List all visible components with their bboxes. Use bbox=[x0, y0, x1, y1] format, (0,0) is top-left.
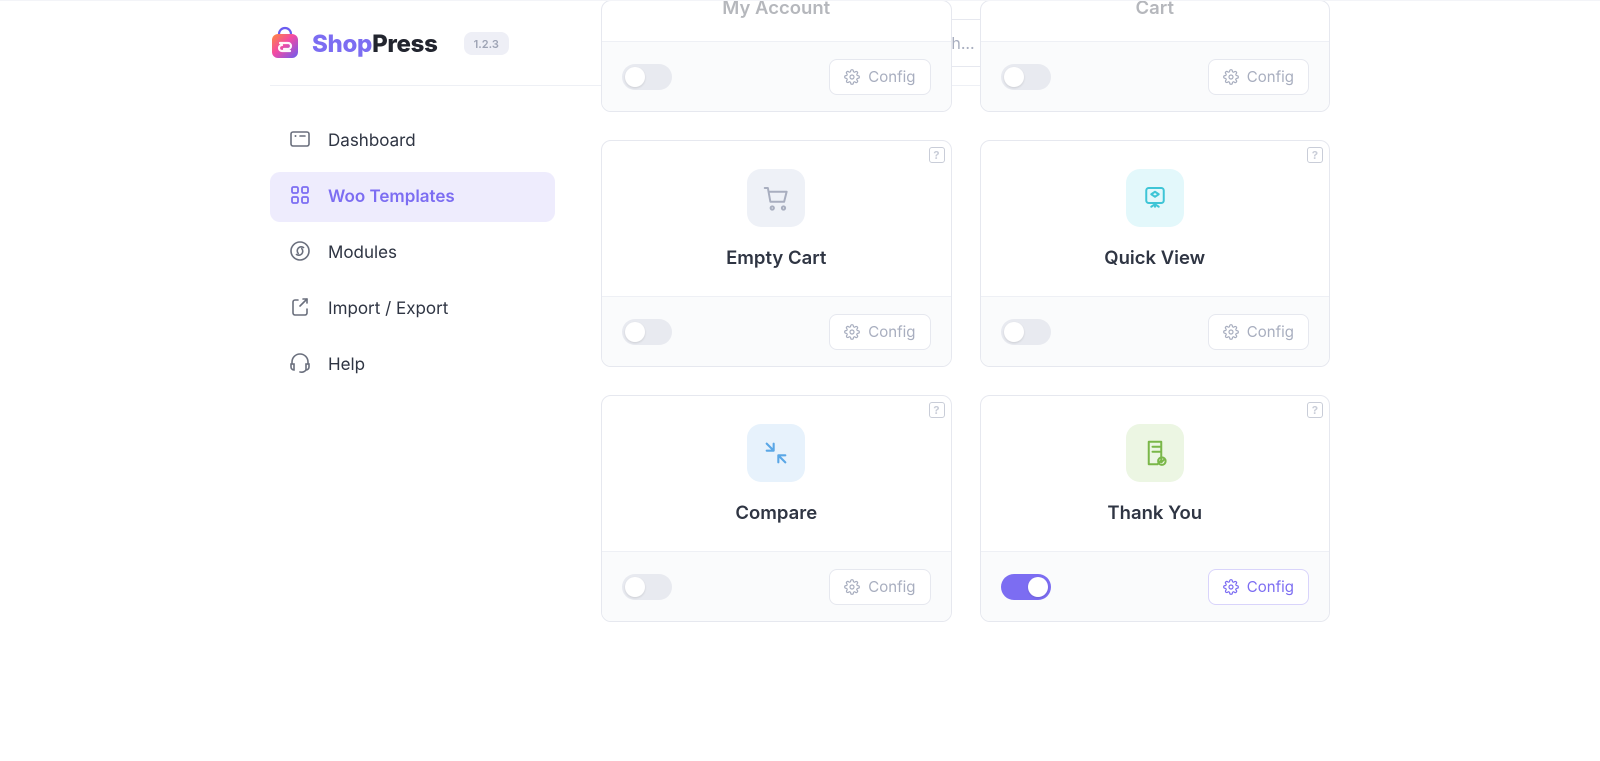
sidebar-item-label: Modules bbox=[328, 243, 397, 263]
sidebar-item-help[interactable]: Help bbox=[270, 340, 555, 390]
empty-cart-icon bbox=[747, 169, 805, 227]
help-icon[interactable]: ? bbox=[1307, 402, 1323, 418]
help-icon[interactable]: ? bbox=[1307, 147, 1323, 163]
config-label: Config bbox=[1247, 67, 1294, 86]
sidebar-item-woo-templates[interactable]: Woo Templates bbox=[270, 172, 555, 222]
toggle-thank-you[interactable] bbox=[1001, 574, 1051, 600]
sidebar-item-import-export[interactable]: Import / Export bbox=[270, 284, 555, 334]
modules-icon bbox=[288, 239, 312, 268]
config-button[interactable]: Config bbox=[829, 59, 930, 95]
config-button[interactable]: Config bbox=[1208, 59, 1309, 95]
templates-icon bbox=[288, 183, 312, 212]
card-empty-cart: ? Empty Cart Config bbox=[601, 140, 952, 367]
card-cart: Cart Config bbox=[980, 0, 1331, 112]
card-title: My Account bbox=[722, 0, 830, 19]
card-title: Thank You bbox=[1107, 502, 1202, 524]
brand: ShopPress 1.2.3 bbox=[270, 26, 509, 60]
compare-icon bbox=[747, 424, 805, 482]
config-label: Config bbox=[868, 322, 915, 341]
help-icon[interactable]: ? bbox=[929, 147, 945, 163]
sidebar-item-label: Import / Export bbox=[328, 299, 448, 319]
card-quick-view: ? Quick View Config bbox=[980, 140, 1331, 367]
import-export-icon bbox=[288, 295, 312, 324]
toggle-quick-view[interactable] bbox=[1001, 319, 1051, 345]
sidebar: Dashboard Woo Templates Modules bbox=[270, 116, 555, 390]
brand-name: ShopPress bbox=[312, 29, 438, 58]
thank-you-icon bbox=[1126, 424, 1184, 482]
config-label: Config bbox=[1247, 322, 1294, 341]
card-my-account: My Account Config bbox=[601, 0, 952, 112]
card-title: Cart bbox=[1136, 0, 1174, 19]
content: My Account Config bbox=[555, 116, 1330, 622]
card-title: Compare bbox=[735, 502, 817, 524]
card-thank-you: ? Thank You Config bbox=[980, 395, 1331, 622]
config-label: Config bbox=[1247, 577, 1294, 596]
version-badge: 1.2.3 bbox=[464, 32, 509, 55]
toggle-cart[interactable] bbox=[1001, 64, 1051, 90]
sidebar-item-label: Woo Templates bbox=[328, 187, 455, 207]
help-icon[interactable]: ? bbox=[929, 402, 945, 418]
config-button[interactable]: Config bbox=[1208, 569, 1309, 605]
card-compare: ? Compare Config bbox=[601, 395, 952, 622]
toggle-compare[interactable] bbox=[622, 574, 672, 600]
sidebar-item-label: Dashboard bbox=[328, 131, 416, 151]
config-label: Config bbox=[868, 67, 915, 86]
config-button[interactable]: Config bbox=[829, 314, 930, 350]
card-title: Empty Cart bbox=[726, 247, 826, 269]
dashboard-icon bbox=[288, 127, 312, 156]
card-title: Quick View bbox=[1104, 247, 1205, 269]
toggle-empty-cart[interactable] bbox=[622, 319, 672, 345]
toggle-my-account[interactable] bbox=[622, 64, 672, 90]
config-button[interactable]: Config bbox=[829, 569, 930, 605]
headset-icon bbox=[288, 351, 312, 380]
sidebar-item-label: Help bbox=[328, 355, 365, 375]
config-button[interactable]: Config bbox=[1208, 314, 1309, 350]
config-label: Config bbox=[868, 577, 915, 596]
quick-view-icon bbox=[1126, 169, 1184, 227]
sidebar-item-dashboard[interactable]: Dashboard bbox=[270, 116, 555, 166]
sidebar-item-modules[interactable]: Modules bbox=[270, 228, 555, 278]
brand-logo-icon bbox=[270, 26, 300, 60]
